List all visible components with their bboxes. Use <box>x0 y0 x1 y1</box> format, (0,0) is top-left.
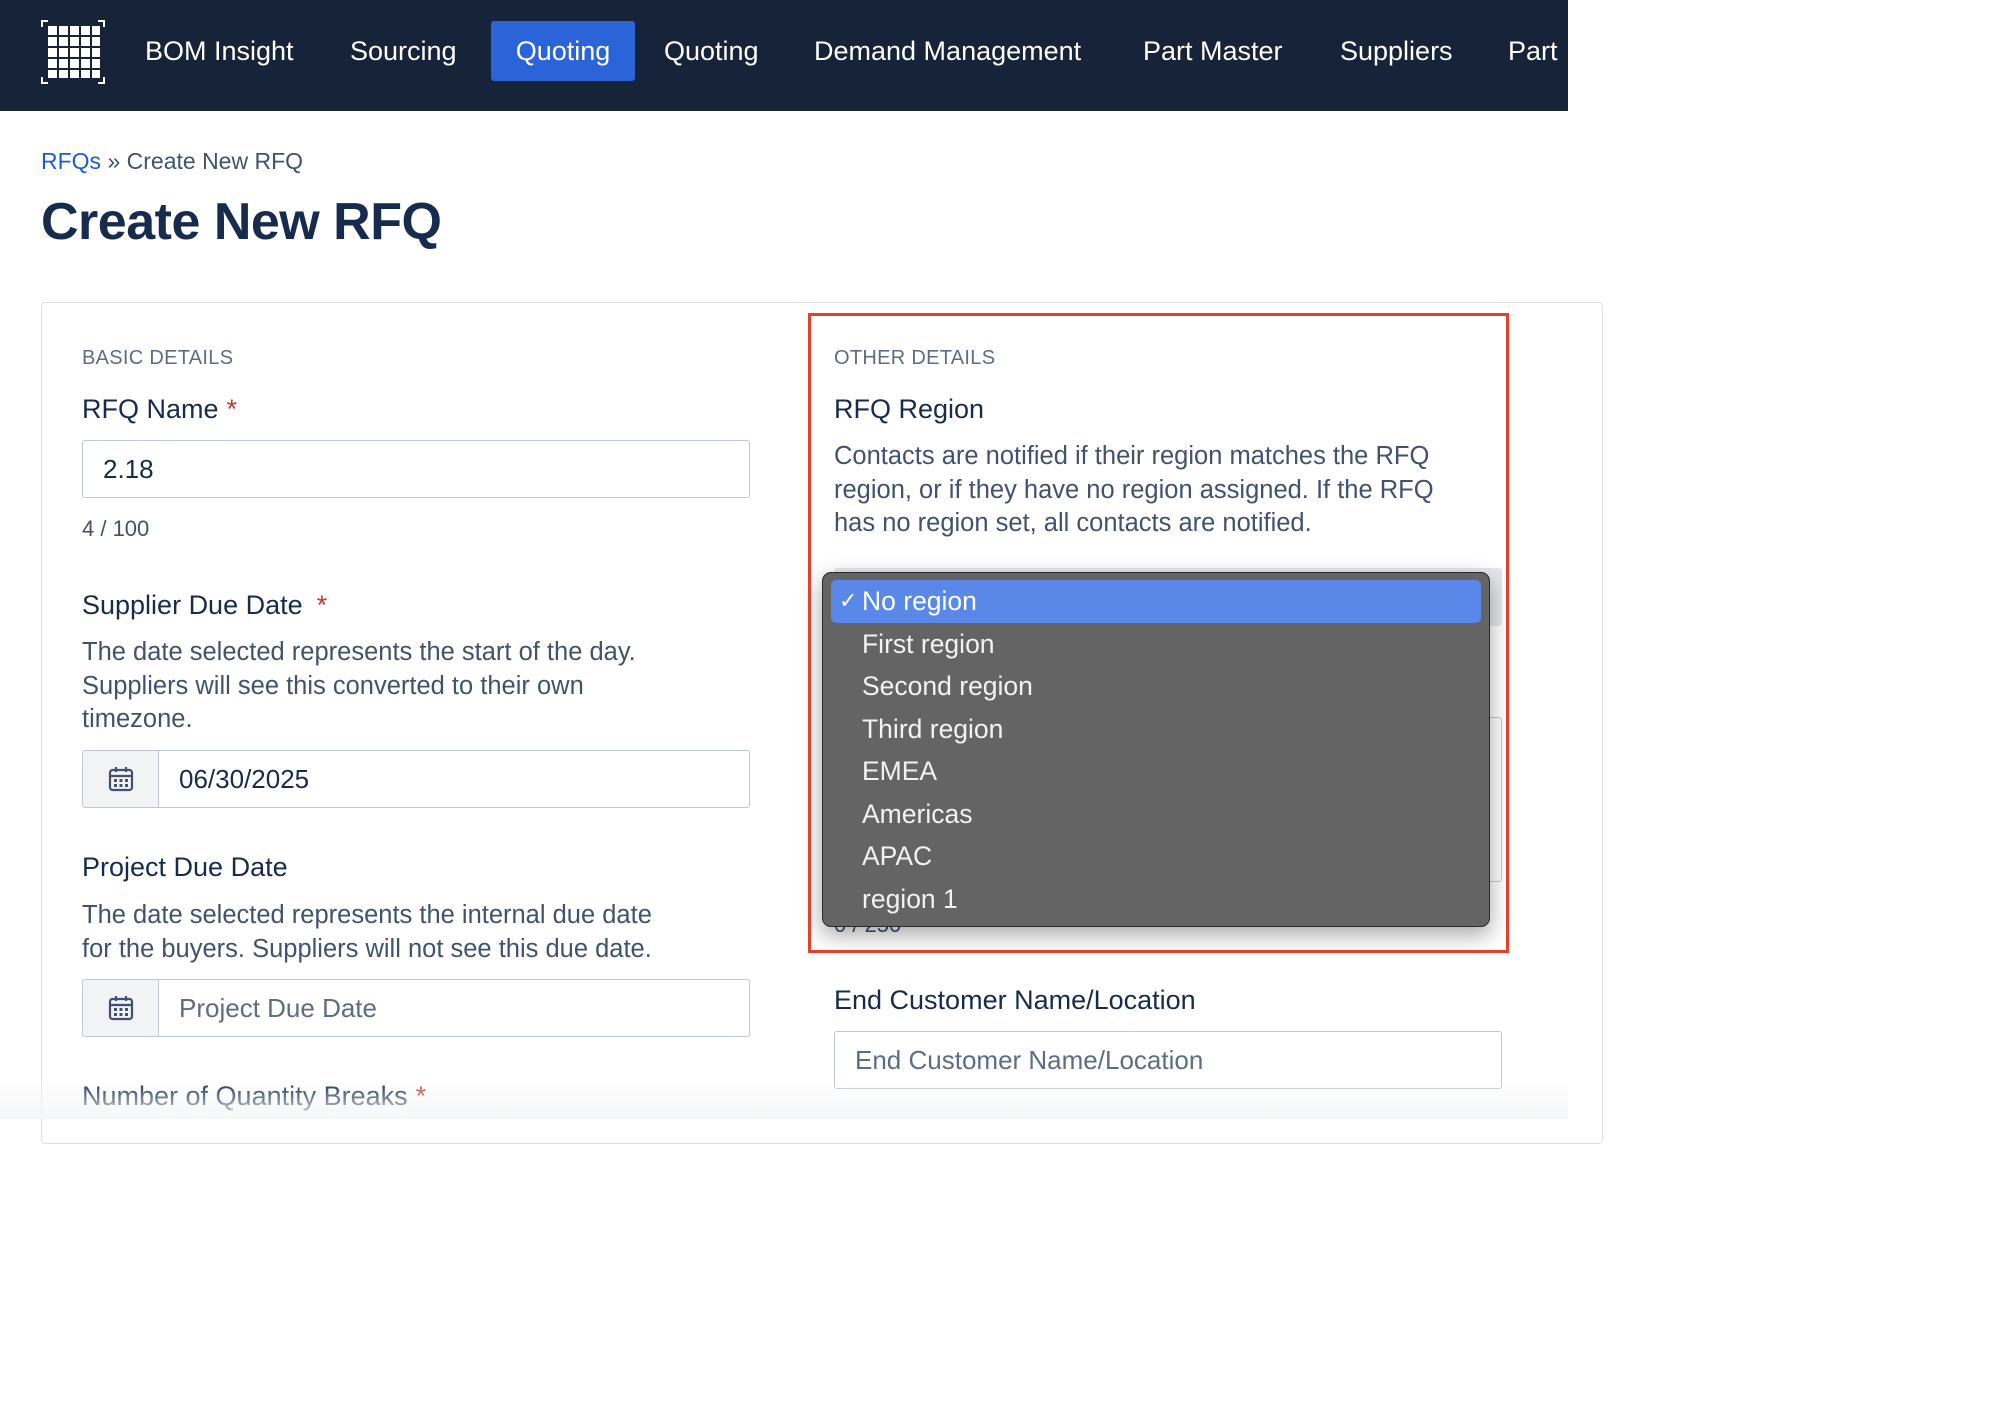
project-due-date-help: The date selected represents the interna… <box>82 899 782 966</box>
nav-item-part[interactable]: Part <box>1486 21 1568 81</box>
highlight-box <box>808 313 1509 953</box>
help-line: The date selected represents the start o… <box>82 638 636 666</box>
breadcrumb-separator: » <box>107 148 121 174</box>
supplier-due-date-help: The date selected represents the start o… <box>82 636 762 737</box>
rfq-name-label-text: RFQ Name <box>82 394 219 424</box>
end-customer-label: End Customer Name/Location <box>834 985 1196 1015</box>
help-line: Suppliers will see this converted to the… <box>82 671 584 700</box>
project-due-date-input[interactable] <box>158 979 750 1037</box>
rfq-name-counter: 4 / 100 <box>82 516 150 541</box>
basic-details-heading: BASIC DETAILS <box>82 347 234 369</box>
nav-item-demand-management[interactable]: Demand Management <box>792 21 1103 81</box>
quantity-breaks-label: Number of Quantity Breaks * <box>82 1081 426 1112</box>
nav-item-part-master[interactable]: Part Master <box>1121 21 1305 81</box>
nav-item-suppliers[interactable]: Suppliers <box>1318 21 1475 81</box>
required-marker: * <box>226 394 238 424</box>
rfq-name-label: RFQ Name * <box>82 394 237 425</box>
supplier-due-date-field <box>82 750 750 808</box>
help-line: timezone. <box>82 705 193 733</box>
calendar-icon <box>108 767 133 792</box>
help-line: The date selected represents the interna… <box>82 901 652 929</box>
calendar-button[interactable] <box>82 979 159 1037</box>
rfq-name-input[interactable] <box>82 440 750 498</box>
breadcrumb-link-rfqs[interactable]: RFQs <box>41 148 101 174</box>
page-title: Create New RFQ <box>41 193 442 251</box>
required-marker: * <box>415 1081 427 1111</box>
calendar-icon <box>108 996 133 1021</box>
calendar-button[interactable] <box>82 750 159 808</box>
help-line: for the buyers. Suppliers will not see t… <box>82 934 652 963</box>
project-due-date-field <box>82 979 750 1037</box>
quantity-breaks-label-text: Number of Quantity Breaks <box>82 1081 408 1111</box>
breadcrumb: RFQs » Create New RFQ <box>41 148 303 175</box>
nav-item-bom-insight[interactable]: BOM Insight <box>123 21 316 81</box>
required-marker: * <box>316 590 328 620</box>
grid-logo-icon[interactable] <box>41 20 105 84</box>
nav-item-sourcing[interactable]: Sourcing <box>328 21 479 81</box>
supplier-due-date-label: Supplier Due Date * <box>82 590 327 621</box>
top-navigation: BOM Insight Sourcing Quoting Quoting Dem… <box>0 0 1568 111</box>
nav-item-quoting[interactable]: Quoting <box>642 21 781 81</box>
supplier-due-date-label-text: Supplier Due Date <box>82 590 303 620</box>
supplier-due-date-input[interactable] <box>158 750 750 808</box>
project-due-date-label: Project Due Date <box>82 852 288 882</box>
end-customer-input[interactable] <box>834 1031 1502 1089</box>
breadcrumb-current: Create New RFQ <box>126 148 304 174</box>
nav-item-quoting-active[interactable]: Quoting <box>491 21 635 81</box>
